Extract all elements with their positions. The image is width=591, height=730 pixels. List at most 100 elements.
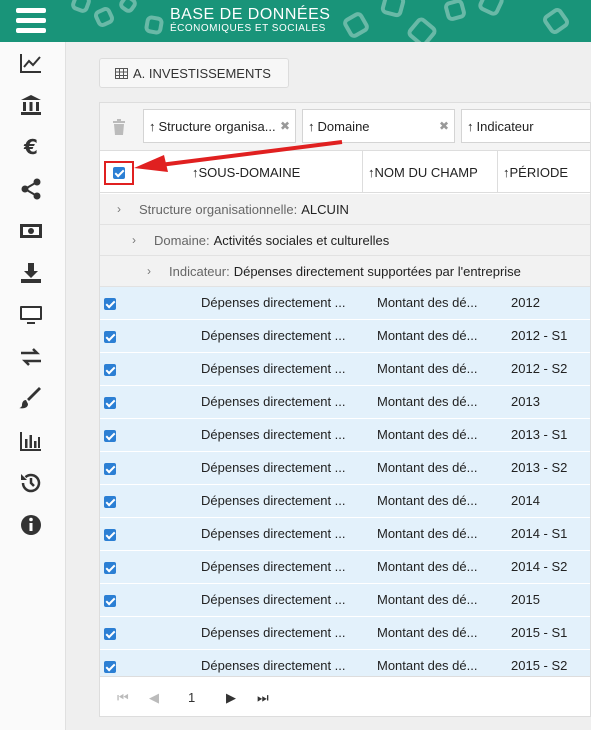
tab-label: A. INVESTISSEMENTS [133, 65, 271, 81]
brand-subtitle: ÉCONOMIQUES ET SOCIALES [170, 23, 326, 34]
cell-nom-champ: Montant des dé... [377, 361, 478, 376]
table-row[interactable]: Dépenses directement ... Montant des dé..… [100, 419, 590, 452]
table-row[interactable]: Dépenses directement ... Montant des dé..… [100, 320, 590, 353]
share-icon[interactable] [17, 176, 45, 202]
row-checkbox[interactable] [104, 595, 116, 607]
group-chip-indicateur[interactable]: ↑ Indicateur [461, 109, 590, 143]
group-label: Structure organisationnelle: [139, 201, 298, 217]
tab-investissements[interactable]: A. INVESTISSEMENTS [99, 58, 289, 88]
table-row[interactable]: Dépenses directement ... Montant des dé..… [100, 353, 590, 386]
table-row[interactable]: Dépenses directement ... Montant des dé..… [100, 551, 590, 584]
row-checkbox[interactable] [104, 562, 116, 574]
cell-periode: 2013 - S2 [511, 460, 568, 475]
sort-arrow-icon: ↑ [467, 118, 474, 134]
cell-nom-champ: Montant des dé... [377, 460, 478, 475]
row-checkbox[interactable] [104, 364, 116, 376]
group-chip-domaine[interactable]: ↑ Domaine ✖ [302, 109, 455, 143]
decorative-shape [379, 0, 407, 19]
chip-label: Structure organisa... [158, 118, 276, 134]
group-label: Domaine: [154, 232, 210, 248]
row-checkbox[interactable] [104, 628, 116, 640]
previous-page-icon[interactable]: ◀ [149, 690, 159, 706]
cell-nom-champ: Montant des dé... [377, 427, 478, 442]
column-header-nom-du-champ[interactable]: ↑ NOM DU CHAMP [362, 151, 497, 193]
money-icon[interactable] [17, 218, 45, 244]
column-header-periode[interactable]: ↑ PÉRIODE [497, 151, 590, 193]
row-checkbox[interactable] [104, 397, 116, 409]
bar-chart-icon[interactable] [17, 428, 45, 454]
brush-icon[interactable] [17, 386, 45, 412]
close-icon[interactable]: ✖ [439, 119, 449, 133]
line-chart-icon[interactable] [17, 50, 45, 76]
decorative-shape [442, 0, 468, 23]
table-row[interactable]: Dépenses directement ... Montant des dé..… [100, 485, 590, 518]
cell-sous-domaine: Dépenses directement ... [201, 526, 346, 541]
top-bar: BASE DE DONNÉES ÉCONOMIQUES ET SOCIALES [0, 0, 591, 42]
cell-nom-champ: Montant des dé... [377, 328, 478, 343]
trash-icon[interactable] [112, 119, 126, 135]
select-all-checkbox[interactable] [113, 167, 125, 179]
decorative-shape [143, 14, 165, 36]
group-row-structure[interactable]: › Structure organisationnelle: ALCUIN [100, 194, 590, 225]
brand-logo: BASE DE DONNÉES ÉCONOMIQUES ET SOCIALES [170, 6, 330, 35]
euro-icon[interactable]: € [17, 134, 45, 160]
chevron-right-icon: › [147, 264, 151, 278]
grouping-bar: ↑ Structure organisa... ✖ ↑ Domaine ✖ ↑ … [100, 103, 590, 151]
close-icon[interactable]: ✖ [280, 119, 290, 133]
decorative-shape [405, 15, 439, 42]
row-checkbox[interactable] [104, 496, 116, 508]
chip-label: Domaine [317, 118, 370, 134]
last-page-icon[interactable]: ⏭ [257, 690, 269, 706]
cell-sous-domaine: Dépenses directement ... [201, 328, 346, 343]
row-checkbox[interactable] [104, 298, 116, 310]
table-row[interactable]: Dépenses directement ... Montant des dé..… [100, 386, 590, 419]
sort-arrow-icon: ↑ [308, 118, 315, 134]
monitor-icon[interactable] [17, 302, 45, 328]
cell-periode: 2012 - S1 [511, 328, 568, 343]
bank-icon[interactable] [17, 92, 45, 118]
decorative-shape [476, 0, 506, 18]
group-value: Activités sociales et culturelles [213, 232, 390, 248]
cell-periode: 2012 - S2 [511, 361, 568, 376]
hamburger-menu-icon[interactable] [16, 8, 46, 34]
cell-sous-domaine: Dépenses directement ... [201, 625, 346, 640]
history-icon[interactable] [17, 470, 45, 496]
current-page[interactable]: 1 [188, 690, 195, 705]
table-row[interactable]: Dépenses directement ... Montant des dé..… [100, 617, 590, 650]
cell-sous-domaine: Dépenses directement ... [201, 427, 346, 442]
info-icon[interactable] [17, 512, 45, 538]
cell-periode: 2015 - S1 [511, 625, 568, 640]
cell-nom-champ: Montant des dé... [377, 526, 478, 541]
group-row-indicateur[interactable]: › Indicateur: Dépenses directement suppo… [100, 256, 590, 287]
chip-label: Indicateur [476, 118, 534, 134]
first-page-icon[interactable]: ⏮ [117, 690, 129, 706]
cell-periode: 2013 [511, 394, 540, 409]
row-checkbox[interactable] [104, 529, 116, 541]
group-chip-structure[interactable]: ↑ Structure organisa... ✖ [143, 109, 296, 143]
table-row[interactable]: Dépenses directement ... Montant des dé..… [100, 518, 590, 551]
row-checkbox[interactable] [104, 463, 116, 475]
table-row[interactable]: Dépenses directement ... Montant des dé..… [100, 452, 590, 485]
decorative-shape [92, 5, 116, 29]
cell-sous-domaine: Dépenses directement ... [201, 493, 346, 508]
column-header-sous-domaine[interactable]: ↑ SOUS-DOMAINE [187, 151, 362, 193]
cell-periode: 2015 - S2 [511, 658, 568, 673]
column-label: SOUS-DOMAINE [198, 164, 301, 180]
cell-nom-champ: Montant des dé... [377, 658, 478, 673]
cell-periode: 2013 - S1 [511, 427, 568, 442]
group-row-domaine[interactable]: › Domaine: Activités sociales et culture… [100, 225, 590, 256]
cell-periode: 2012 [511, 295, 540, 310]
table-row[interactable]: Dépenses directement ... Montant des dé..… [100, 287, 590, 320]
decorative-shape [69, 0, 93, 15]
row-checkbox[interactable] [104, 661, 116, 673]
row-checkbox[interactable] [104, 331, 116, 343]
download-icon[interactable] [17, 260, 45, 286]
cell-sous-domaine: Dépenses directement ... [201, 658, 346, 673]
row-checkbox[interactable] [104, 430, 116, 442]
exchange-icon[interactable] [17, 344, 45, 370]
table-row[interactable]: Dépenses directement ... Montant des dé..… [100, 584, 590, 617]
decorative-shape [116, 0, 140, 16]
column-header-row: ↑ SOUS-DOMAINE ↑ NOM DU CHAMP ↑ PÉRIODE [100, 151, 590, 193]
cell-periode: 2014 [511, 493, 540, 508]
next-page-icon[interactable]: ▶ [226, 690, 236, 706]
